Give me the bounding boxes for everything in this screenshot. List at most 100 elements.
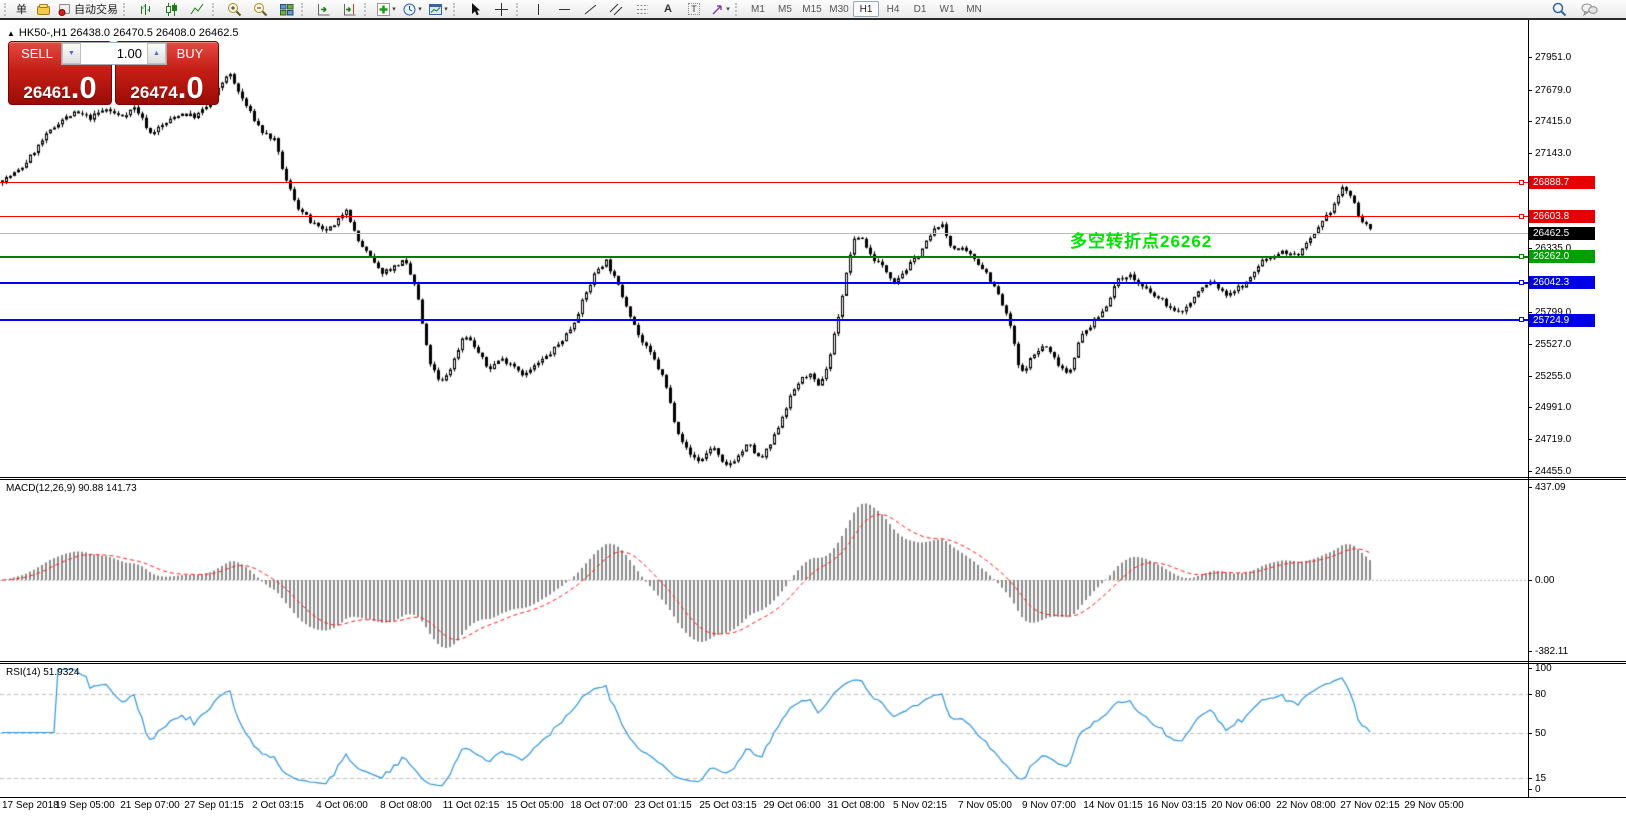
- indicators-add-icon: [376, 2, 391, 17]
- volume-spinner: ▼ 1.00 ▲: [61, 42, 167, 65]
- toolbar-right: [1547, 1, 1601, 17]
- tile-windows-button[interactable]: [274, 1, 298, 17]
- volume-input[interactable]: 1.00: [81, 43, 147, 64]
- autotrading-button[interactable]: 自动交易: [57, 1, 120, 17]
- chat-button[interactable]: [1577, 1, 1601, 17]
- chart-title-text: HK50-,H1 26438.0 26470.5 26408.0 26462.5: [19, 27, 239, 39]
- price-level-label-26888.7: 26888.7: [1529, 176, 1595, 189]
- equidistant-channel-icon: [609, 2, 624, 17]
- dropdown-arrow-icon[interactable]: ▾: [726, 5, 730, 13]
- timeframe-button-m30[interactable]: M30: [826, 1, 852, 17]
- time-axis-label: 8 Oct 08:00: [380, 800, 432, 811]
- toolbar-grip[interactable]: [364, 3, 369, 16]
- price-level-line-26042.3[interactable]: [0, 282, 1528, 284]
- level-drag-handle[interactable]: [1519, 317, 1524, 322]
- template-icon: [428, 2, 443, 17]
- time-axis-label: 17 Sep 2018: [2, 800, 59, 811]
- fibonacci-icon: [635, 2, 650, 17]
- zoom-in-button[interactable]: [222, 1, 246, 17]
- arrows-tool-button[interactable]: ▾: [708, 1, 732, 17]
- time-axis-label: 23 Oct 01:15: [634, 800, 691, 811]
- text-tool-button[interactable]: A: [656, 1, 680, 17]
- chart-title: ▲HK50-,H1 26438.0 26470.5 26408.0 26462.…: [7, 27, 239, 39]
- symbol-search-button[interactable]: [1547, 1, 1571, 17]
- buy-price-pips: .0: [178, 70, 204, 105]
- timeframe-button-mn[interactable]: MN: [961, 1, 987, 17]
- time-axis-label: 15 Oct 05:00: [506, 800, 563, 811]
- price-level-line-26603.8[interactable]: [0, 216, 1528, 217]
- volume-increase-button[interactable]: ▲: [147, 43, 166, 64]
- line-chart-icon: [190, 2, 205, 17]
- time-axis-label: 20 Nov 06:00: [1211, 800, 1271, 811]
- timeframe-button-d1[interactable]: D1: [907, 1, 933, 17]
- rsi-axis-label: 0: [1535, 784, 1541, 795]
- dropdown-arrow-icon[interactable]: ▾: [418, 5, 422, 13]
- axis-tick-label: 25527.0: [1535, 339, 1571, 350]
- trendline-button[interactable]: [578, 1, 602, 17]
- periods-button[interactable]: ▾: [400, 1, 424, 17]
- equidistant-channel-button[interactable]: [604, 1, 628, 17]
- auto-scroll-icon: [316, 2, 331, 17]
- price-level-line-26262.0[interactable]: [0, 256, 1528, 258]
- chart-shift-icon: [342, 2, 357, 17]
- sell-label: SELL: [11, 46, 63, 61]
- line-chart-button[interactable]: [185, 1, 209, 17]
- timeframe-button-m15[interactable]: M15: [799, 1, 825, 17]
- timeframe-button-w1[interactable]: W1: [934, 1, 960, 17]
- horizontal-line-button[interactable]: [552, 1, 576, 17]
- zoom-out-button[interactable]: [248, 1, 272, 17]
- toolbar-grip[interactable]: [4, 3, 9, 16]
- price-level-label-26462.5: 26462.5: [1529, 227, 1595, 240]
- macd-pane-divider[interactable]: [0, 477, 1626, 480]
- timeframe-button-m5[interactable]: M5: [772, 1, 798, 17]
- label-tool-button[interactable]: T: [682, 1, 706, 17]
- new-order-button[interactable]: [31, 1, 55, 17]
- time-axis-label: 4 Oct 06:00: [316, 800, 368, 811]
- order-menu-label[interactable]: 单: [14, 1, 29, 17]
- bar-chart-button[interactable]: [133, 1, 157, 17]
- price-level-line-25724.9[interactable]: [0, 319, 1528, 321]
- candlestick-chart-button[interactable]: [159, 1, 183, 17]
- auto-scroll-button[interactable]: [311, 1, 335, 17]
- time-axis-label: 29 Oct 06:00: [763, 800, 820, 811]
- dropdown-arrow-icon[interactable]: ▾: [392, 5, 396, 13]
- price-level-line-26888.7[interactable]: [0, 182, 1528, 183]
- chart-surface[interactable]: [0, 0, 1626, 821]
- toolbar-grip[interactable]: [123, 3, 128, 16]
- templates-button[interactable]: ▾: [426, 1, 450, 17]
- dropdown-arrow-icon[interactable]: ▾: [444, 5, 448, 13]
- vertical-line-button[interactable]: [526, 1, 550, 17]
- toolbar-grip[interactable]: [301, 3, 306, 16]
- price-level-label-26262.0: 26262.0: [1529, 250, 1595, 263]
- time-axis-label: 2 Oct 03:15: [252, 800, 304, 811]
- toolbar-grip[interactable]: [212, 3, 217, 16]
- text-annotation[interactable]: 多空转折点26262: [1070, 227, 1212, 252]
- volume-decrease-button[interactable]: ▼: [62, 43, 81, 64]
- time-axis-label: 5 Nov 02:15: [893, 800, 947, 811]
- level-drag-handle[interactable]: [1519, 214, 1524, 219]
- crosshair-button[interactable]: [489, 1, 513, 17]
- autotrading-label: 自动交易: [72, 1, 120, 17]
- level-drag-handle[interactable]: [1519, 254, 1524, 259]
- cursor-button[interactable]: [463, 1, 487, 17]
- toolbar-divider: [0, 18, 1626, 20]
- fibonacci-button[interactable]: [630, 1, 654, 17]
- rsi-pane-divider[interactable]: [0, 661, 1626, 664]
- indicators-button[interactable]: ▾: [374, 1, 398, 17]
- timeframe-button-m1[interactable]: M1: [745, 1, 771, 17]
- toolbar-grip[interactable]: [453, 3, 458, 16]
- time-axis-label: 9 Nov 07:00: [1022, 800, 1076, 811]
- level-drag-handle[interactable]: [1519, 280, 1524, 285]
- level-drag-handle[interactable]: [1519, 180, 1524, 185]
- price-level-label-25724.9: 25724.9: [1529, 314, 1595, 327]
- chart-shift-button[interactable]: [337, 1, 361, 17]
- rsi-axis-label: 100: [1535, 663, 1552, 674]
- toolbar-grip[interactable]: [735, 3, 740, 16]
- price-level-line-26462.5[interactable]: [0, 233, 1528, 234]
- macd-axis-label: 437.09: [1535, 482, 1566, 493]
- toolbar-grip[interactable]: [516, 3, 521, 16]
- timeframe-button-h1[interactable]: H1: [853, 1, 879, 17]
- horizontal-line-icon: [557, 2, 572, 17]
- time-axis-label: 21 Sep 07:00: [120, 800, 180, 811]
- timeframe-button-h4[interactable]: H4: [880, 1, 906, 17]
